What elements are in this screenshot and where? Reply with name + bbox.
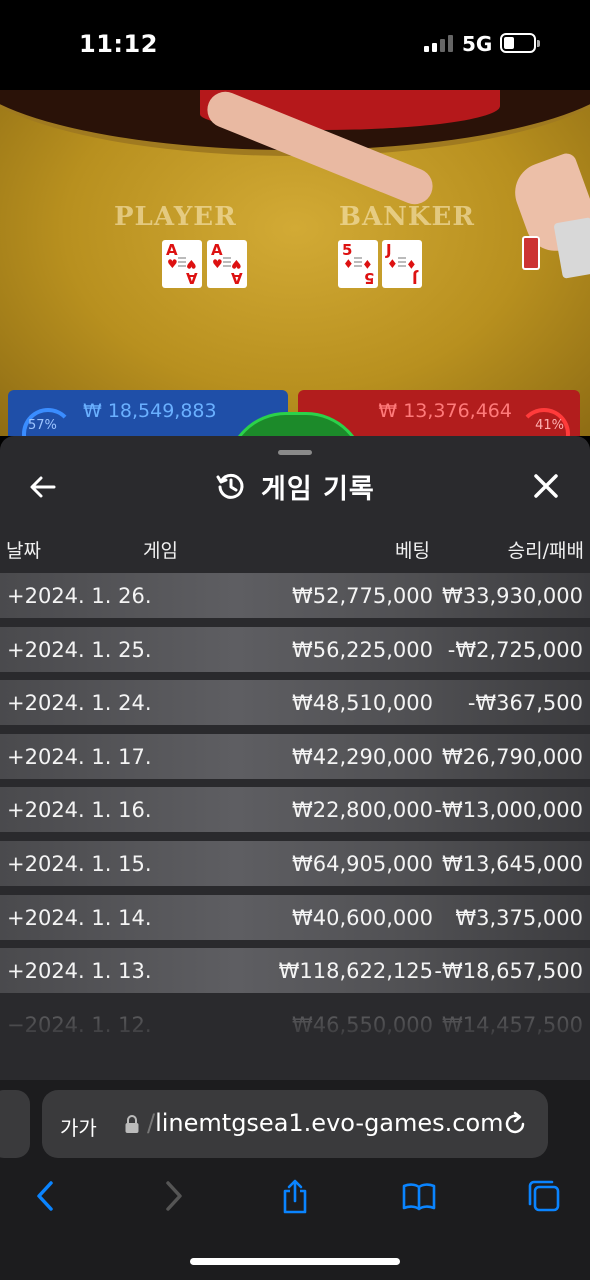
row-win-loss: ₩14,457,500 [441, 1012, 583, 1037]
history-row[interactable]: +2024. 1. 24. ₩48,510,000 -₩367,500 [0, 680, 590, 726]
home-indicator[interactable] [190, 1258, 400, 1265]
address-bar[interactable]: 가가 /linemtgsea1.evo-games.com [42, 1090, 548, 1158]
row-bet: ₩56,225,000 [291, 637, 433, 662]
card-deck [553, 217, 590, 279]
header-date: 날짜 [6, 540, 41, 562]
row-win-loss: ₩26,790,000 [441, 744, 583, 769]
banker-total-bet: ₩ 13,376,464 [378, 400, 512, 422]
row-win-loss: ₩13,645,000 [441, 851, 583, 876]
share-icon[interactable] [278, 1178, 312, 1214]
sheet-header: 게임 기록 [0, 460, 590, 516]
player-card-2: A ♥ ♥ A [207, 240, 247, 288]
sheet-title: 게임 기록 [261, 473, 375, 505]
browser-toolbar [0, 1178, 590, 1228]
player-card-1: A ♥ ♥ A [162, 240, 202, 288]
row-bet: ₩22,800,000 [291, 798, 433, 823]
back-button[interactable] [28, 472, 58, 502]
row-win-loss: ₩3,375,000 [455, 905, 583, 930]
battery-icon [500, 33, 540, 53]
row-win-loss: -₩2,725,000 [447, 637, 583, 662]
banker-label: BANKER [339, 202, 475, 232]
row-win-loss: -₩13,000,000 [434, 798, 583, 823]
history-row[interactable]: +2024. 1. 17. ₩42,290,000 ₩26,790,000 [0, 733, 590, 779]
close-button[interactable] [530, 470, 562, 502]
history-list: +2024. 1. 26. ₩52,775,000 ₩33,930,000 +2… [0, 573, 590, 1055]
history-row[interactable]: +2024. 1. 14. ₩40,600,000 ₩3,375,000 [0, 894, 590, 940]
cellular-signal-icon [424, 34, 454, 52]
text-size-button[interactable]: 가가 [60, 1112, 97, 1141]
status-bar: 11:12 5G [0, 0, 590, 90]
header-game: 게임 [143, 540, 178, 562]
url-slash: / [147, 1109, 156, 1137]
banker-card-2: J ♦ ♦ J [382, 240, 422, 288]
row-bet: ₩48,510,000 [291, 691, 433, 716]
history-row[interactable]: −2024. 1. 12. ₩46,550,000 ₩14,457,500 [0, 1002, 590, 1047]
browser-chrome: 가가 /linemtgsea1.evo-games.com [0, 1080, 590, 1280]
row-date: +2024. 1. 16. [7, 798, 152, 823]
banker-pct: 41% [535, 418, 564, 433]
row-date: +2024. 1. 17. [7, 744, 152, 769]
forward-nav-icon[interactable] [156, 1178, 190, 1214]
row-win-loss: -₩367,500 [467, 691, 583, 716]
row-bet: ₩46,550,000 [291, 1012, 433, 1037]
reload-icon[interactable] [502, 1111, 528, 1137]
history-row[interactable]: +2024. 1. 15. ₩64,905,000 ₩13,645,000 [0, 840, 590, 886]
row-date: +2024. 1. 14. [7, 905, 152, 930]
player-label: PLAYER [114, 202, 237, 232]
header-bet: 베팅 [395, 540, 430, 562]
status-time: 11:12 [79, 30, 158, 58]
network-type: 5G [462, 32, 493, 56]
history-row[interactable]: +2024. 1. 13. ₩118,622,125 -₩18,657,500 [0, 948, 590, 994]
history-icon [216, 473, 244, 499]
bookmarks-icon[interactable] [402, 1178, 436, 1214]
close-icon [534, 474, 558, 498]
table-header: 날짜 게임 베팅 승리/패배 [0, 536, 590, 562]
row-date: +2024. 1. 15. [7, 851, 152, 876]
previous-tab-preview[interactable] [0, 1090, 30, 1158]
row-date: +2024. 1. 25. [7, 637, 152, 662]
row-bet: ₩118,622,125 [278, 959, 433, 984]
banker-card-1: 5 ♦ ♦ 5 [338, 240, 378, 288]
history-row[interactable]: +2024. 1. 25. ₩56,225,000 -₩2,725,000 [0, 626, 590, 672]
url-text: /linemtgsea1.evo-games.com [147, 1109, 504, 1137]
row-bet: ₩40,600,000 [291, 905, 433, 930]
row-date: +2024. 1. 26. [7, 584, 152, 608]
row-date: +2024. 1. 24. [7, 691, 152, 716]
sheet-title-group: 게임 기록 [215, 466, 375, 506]
game-table-video: PLAYER BANKER A ♥ ♥ A A ♥ ♥ A 5 ♦ ♦ 5 J ♦ ♦ J 57… [0, 90, 590, 436]
row-bet: ₩64,905,000 [291, 851, 433, 876]
header-win-loss: 승리/패배 [507, 540, 584, 562]
game-history-sheet: 게임 기록 날짜 게임 베팅 승리/패배 +2024. 1. 26. ₩52,7… [0, 436, 590, 1080]
url-domain: linemtgsea1.evo-games.com [155, 1109, 504, 1137]
row-date: −2024. 1. 12. [7, 1012, 152, 1037]
history-row[interactable]: +2024. 1. 16. ₩22,800,000 -₩13,000,000 [0, 787, 590, 833]
player-pct: 57% [28, 418, 57, 433]
tabs-icon[interactable] [527, 1178, 561, 1214]
card-shoe [522, 236, 540, 270]
arrow-left-icon [30, 476, 56, 498]
row-bet: ₩42,290,000 [291, 744, 433, 769]
player-total-bet: ₩ 18,549,883 [83, 400, 217, 422]
back-nav-icon[interactable] [30, 1178, 64, 1214]
row-bet: ₩52,775,000 [291, 584, 433, 608]
row-win-loss: -₩18,657,500 [434, 959, 583, 984]
sheet-grabber[interactable] [278, 450, 312, 455]
row-win-loss: ₩33,930,000 [441, 584, 583, 608]
lock-icon [125, 1115, 139, 1133]
row-date: +2024. 1. 13. [7, 959, 152, 984]
history-row[interactable]: +2024. 1. 26. ₩52,775,000 ₩33,930,000 [0, 573, 590, 618]
